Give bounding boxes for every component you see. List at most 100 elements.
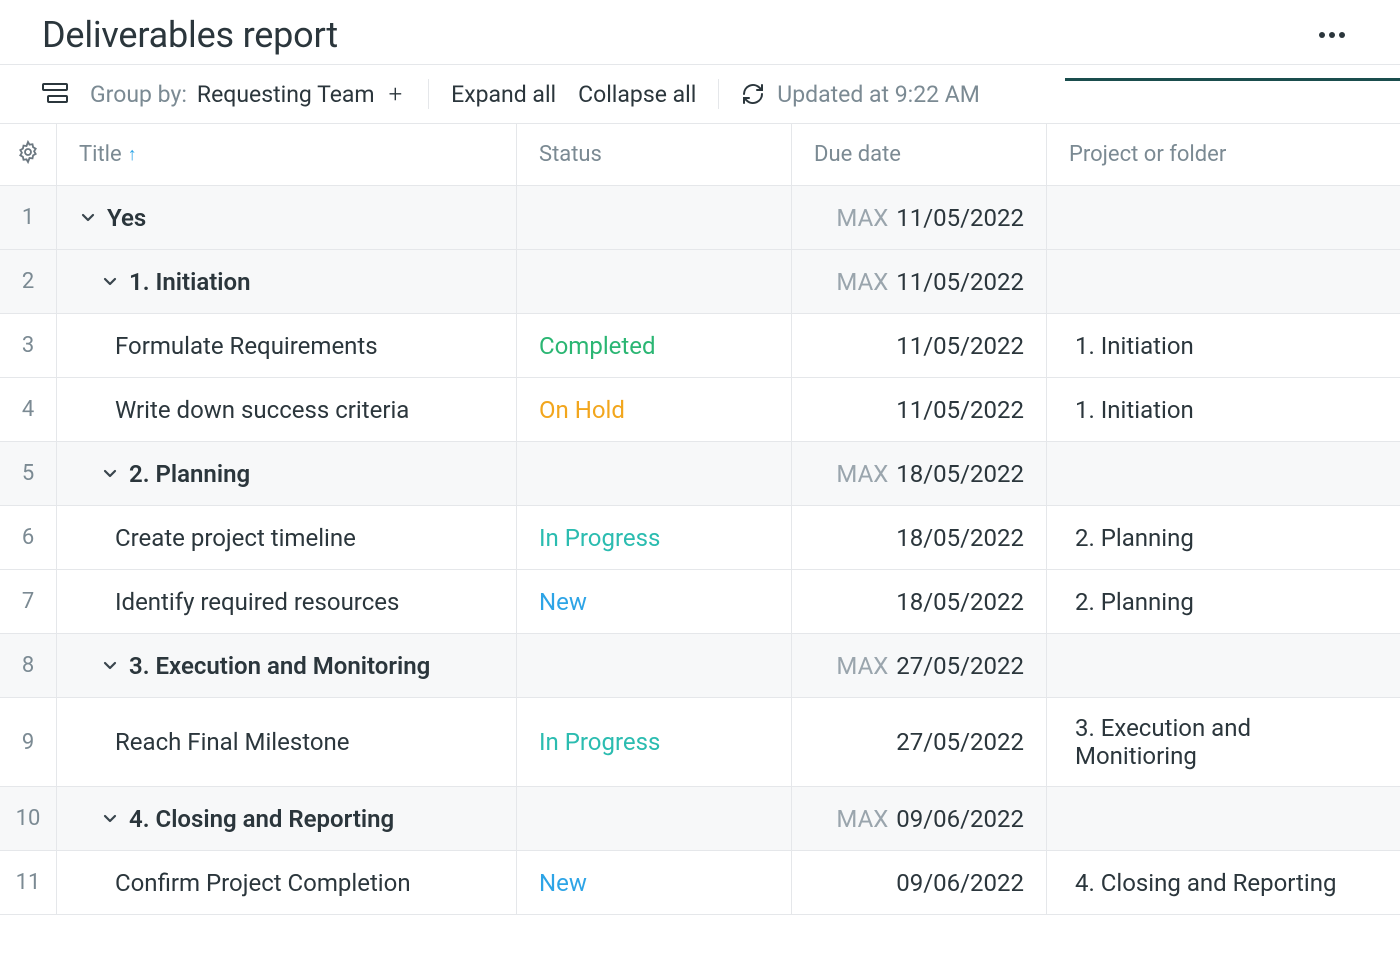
collapse-all-button[interactable]: Collapse all bbox=[578, 81, 696, 108]
row-status-cell bbox=[516, 787, 791, 850]
status-badge: New bbox=[539, 869, 587, 897]
title-column-header[interactable]: Title ↑ bbox=[56, 124, 516, 185]
table-group-row[interactable]: 83. Execution and MonitoringMAX27/05/202… bbox=[0, 634, 1400, 698]
row-due-cell: 11/05/2022 bbox=[791, 378, 1046, 441]
chevron-down-icon[interactable] bbox=[101, 273, 119, 291]
toolbar-separator bbox=[718, 79, 719, 109]
settings-column-header[interactable] bbox=[0, 124, 56, 185]
table-row[interactable]: 9 Reach Final Milestone In Progress 27/05/2… bbox=[0, 698, 1400, 787]
row-title: 1. Initiation bbox=[129, 268, 251, 296]
row-project-cell: 2. Planning bbox=[1046, 570, 1400, 633]
project-folder: 1. Initiation bbox=[1075, 396, 1194, 424]
row-number: 1 bbox=[0, 186, 56, 249]
row-title: Confirm Project Completion bbox=[115, 869, 411, 897]
row-status-cell: Completed bbox=[516, 314, 791, 377]
add-group-button[interactable]: + bbox=[385, 82, 407, 106]
row-number: 10 bbox=[0, 787, 56, 850]
row-status-cell bbox=[516, 250, 791, 313]
row-title: Reach Final Milestone bbox=[115, 728, 350, 756]
row-project-cell: 1. Initiation bbox=[1046, 314, 1400, 377]
row-status-cell: In Progress bbox=[516, 698, 791, 786]
toolbar-separator bbox=[428, 79, 429, 109]
row-status-cell: New bbox=[516, 570, 791, 633]
table-group-row[interactable]: 2 1. Initiation MAX11/05/2022 bbox=[0, 250, 1400, 314]
table-body: 1YesMAX11/05/202221. InitiationMAX11/05/… bbox=[0, 186, 1400, 915]
row-project-cell: 3. Execution and Monitioring bbox=[1046, 698, 1400, 786]
row-number: 9 bbox=[0, 698, 56, 786]
row-title-cell: Create project timeline bbox=[56, 506, 516, 569]
table-group-row[interactable]: 104. Closing and ReportingMAX09/06/2022 bbox=[0, 787, 1400, 851]
expand-all-button[interactable]: Expand all bbox=[451, 81, 556, 108]
chevron-down-icon[interactable] bbox=[101, 657, 119, 675]
due-date: 11/05/2022 bbox=[896, 396, 1024, 424]
row-number: 5 bbox=[0, 442, 56, 505]
row-number: 2 bbox=[0, 250, 56, 313]
chevron-down-icon[interactable] bbox=[101, 465, 119, 483]
row-title-cell: 4. Closing and Reporting bbox=[56, 787, 516, 850]
row-number: 11 bbox=[0, 851, 56, 914]
project-folder: 3. Execution and Monitioring bbox=[1075, 714, 1378, 770]
layout-icon[interactable] bbox=[42, 83, 68, 105]
row-status-cell bbox=[516, 634, 791, 697]
table-header-row: Title ↑ Status Due date Project or folde… bbox=[0, 124, 1400, 186]
due-date: 11/05/2022 bbox=[896, 204, 1024, 232]
status-badge: New bbox=[539, 588, 587, 616]
project-folder: 2. Planning bbox=[1075, 524, 1194, 552]
status-badge: Completed bbox=[539, 332, 656, 360]
group-by-control[interactable]: Group by: Requesting Team + bbox=[90, 81, 406, 108]
row-project-cell bbox=[1046, 787, 1400, 850]
row-status-cell: New bbox=[516, 851, 791, 914]
row-title: 4. Closing and Reporting bbox=[129, 805, 394, 833]
row-title: Yes bbox=[107, 204, 146, 232]
row-title-cell: Yes bbox=[56, 186, 516, 249]
row-title-cell: 2. Planning bbox=[56, 442, 516, 505]
table-group-row[interactable]: 1 Yes MAX11/05/2022 bbox=[0, 186, 1400, 250]
row-title-cell: Write down success criteria bbox=[56, 378, 516, 441]
row-due-cell: MAX11/05/2022 bbox=[791, 186, 1046, 249]
table-row[interactable]: 6 Create project timeline In Progress18/05… bbox=[0, 506, 1400, 570]
due-column-header[interactable]: Due date bbox=[791, 124, 1046, 185]
project-column-header[interactable]: Project or folder bbox=[1046, 124, 1400, 185]
row-title: Create project timeline bbox=[115, 524, 356, 552]
due-date: 27/05/2022 bbox=[896, 652, 1024, 680]
more-horizontal-icon bbox=[1318, 31, 1346, 39]
table-row[interactable]: 7Identify required resourcesNew18/05/202… bbox=[0, 570, 1400, 634]
row-status-cell bbox=[516, 186, 791, 249]
max-label: MAX bbox=[836, 652, 888, 680]
row-due-cell: 18/05/2022 bbox=[791, 506, 1046, 569]
sort-ascending-icon: ↑ bbox=[128, 144, 137, 165]
row-number: 6 bbox=[0, 506, 56, 569]
row-title-cell: Reach Final Milestone bbox=[56, 698, 516, 786]
project-folder: 4. Closing and Reporting bbox=[1075, 869, 1336, 897]
due-date: 27/05/2022 bbox=[896, 728, 1024, 756]
row-status-cell: On Hold bbox=[516, 378, 791, 441]
more-menu-button[interactable] bbox=[1306, 23, 1358, 47]
row-title-cell: Identify required resources bbox=[56, 570, 516, 633]
table-row[interactable]: 11 Confirm Project Completion New 09/06/202… bbox=[0, 851, 1400, 915]
row-number: 7 bbox=[0, 570, 56, 633]
row-title: Write down success criteria bbox=[115, 396, 409, 424]
chevron-down-icon[interactable] bbox=[79, 209, 97, 227]
due-date: 09/06/2022 bbox=[896, 805, 1024, 833]
row-due-cell: MAX 27/05/2022 bbox=[791, 634, 1046, 697]
chevron-down-icon[interactable] bbox=[101, 810, 119, 828]
active-tab-underline bbox=[1065, 78, 1400, 81]
row-due-cell: 27/05/2022 bbox=[791, 698, 1046, 786]
row-title-cell: 1. Initiation bbox=[56, 250, 516, 313]
row-project-cell: 2. Planning bbox=[1046, 506, 1400, 569]
refresh-control[interactable]: Updated at 9:22 AM bbox=[741, 81, 980, 108]
status-column-header[interactable]: Status bbox=[516, 124, 791, 185]
row-due-cell: MAX11/05/2022 bbox=[791, 250, 1046, 313]
project-folder: 2. Planning bbox=[1075, 588, 1194, 616]
group-by-label: Group by: bbox=[90, 81, 187, 108]
table-group-row[interactable]: 52. PlanningMAX18/05/2022 bbox=[0, 442, 1400, 506]
report-table: Title ↑ Status Due date Project or folde… bbox=[0, 123, 1400, 915]
table-row[interactable]: 4Write down success criteriaOn Hold11/05… bbox=[0, 378, 1400, 442]
row-status-cell: In Progress bbox=[516, 506, 791, 569]
due-date: 11/05/2022 bbox=[896, 332, 1024, 360]
row-project-cell bbox=[1046, 442, 1400, 505]
table-row[interactable]: 3Formulate RequirementsCompleted11/05/20… bbox=[0, 314, 1400, 378]
due-date: 09/06/2022 bbox=[896, 869, 1024, 897]
gear-icon bbox=[16, 140, 40, 170]
row-project-cell: 1. Initiation bbox=[1046, 378, 1400, 441]
